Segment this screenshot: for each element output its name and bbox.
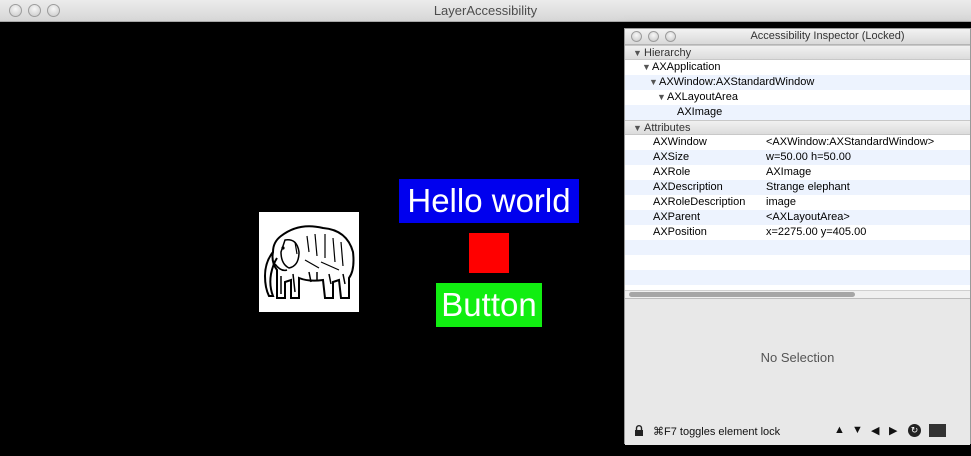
attribute-value: <AXWindow:AXStandardWindow> (766, 136, 935, 148)
lock-icon[interactable] (634, 425, 644, 436)
hierarchy-item[interactable]: ▼ AXWindow:AXStandardWindow (625, 75, 970, 90)
elephant-image[interactable] (259, 212, 359, 312)
empty-row (625, 240, 970, 255)
horizontal-scrollbar[interactable] (625, 290, 970, 298)
detail-pane: No Selection (625, 298, 970, 418)
lock-hint-text: ⌘F7 toggles element lock (653, 426, 781, 438)
hierarchy-item-label: AXLayoutArea (667, 91, 738, 103)
empty-row (625, 255, 970, 270)
nav-up-icon[interactable]: ▲ (834, 424, 845, 436)
hierarchy-label: Hierarchy (644, 47, 692, 59)
inspector-close-button[interactable] (631, 31, 642, 42)
empty-row (625, 270, 970, 285)
attribute-name: AXPosition (653, 226, 707, 238)
hierarchy-item[interactable]: ▼ AXApplication (625, 60, 970, 75)
button[interactable]: Button (436, 283, 542, 327)
scrollbar-thumb[interactable] (629, 292, 855, 297)
attribute-name: AXParent (653, 211, 701, 223)
inspector-title: Accessibility Inspector (Locked) (750, 30, 905, 42)
attribute-row[interactable]: AXDescription Strange elephant (625, 180, 970, 195)
attribute-row[interactable]: AXSize w=50.00 h=50.00 (625, 150, 970, 165)
attribute-value: <AXLayoutArea> (766, 211, 850, 223)
disclosure-triangle-icon[interactable]: ▼ (657, 90, 667, 105)
hierarchy-item-label: AXApplication (652, 61, 721, 73)
attribute-row[interactable]: AXParent <AXLayoutArea> (625, 210, 970, 225)
refresh-icon[interactable]: ↻ (908, 424, 921, 437)
elephant-icon (263, 225, 355, 299)
inspector-titlebar: Accessibility Inspector (Locked) (625, 29, 970, 45)
attribute-name: AXSize (653, 151, 690, 163)
attribute-value: AXImage (766, 166, 812, 178)
attribute-name: AXRoleDescription (653, 196, 746, 208)
nav-left-icon[interactable]: ◀ (871, 424, 879, 437)
attribute-value: w=50.00 h=50.00 (766, 151, 852, 163)
inspector-outline[interactable]: ▼ Hierarchy ▼ AXApplication ▼ AXWindow:A… (625, 45, 970, 290)
inspector-zoom-button[interactable] (665, 31, 676, 42)
disclosure-triangle-icon[interactable]: ▼ (633, 46, 643, 61)
hierarchy-item-label: AXImage (677, 106, 723, 118)
attributes-section-header[interactable]: ▼ Attributes (625, 120, 970, 135)
attribute-row[interactable]: AXPosition x=2275.00 y=405.00 (625, 225, 970, 240)
window-title: LayerAccessibility (433, 3, 538, 18)
red-box (469, 233, 509, 273)
attributes-label: Attributes (644, 122, 691, 134)
nav-down-icon[interactable]: ▼ (852, 424, 863, 436)
attribute-value: Strange elephant (766, 181, 850, 193)
attribute-row[interactable]: AXWindow <AXWindow:AXStandardWindow> (625, 135, 970, 150)
highlight-toggle-button[interactable] (929, 424, 946, 437)
attribute-value: x=2275.00 y=405.00 (766, 226, 867, 238)
hierarchy-item-label: AXWindow:AXStandardWindow (659, 76, 815, 88)
attribute-row[interactable]: AXRoleDescription image (625, 195, 970, 210)
hello-world-text: Hello world (399, 179, 579, 223)
attribute-name: AXRole (653, 166, 691, 178)
hierarchy-item[interactable]: ▼ AXLayoutArea (625, 90, 970, 105)
attribute-row[interactable]: AXRole AXImage (625, 165, 970, 180)
attribute-value: image (766, 196, 796, 208)
inspector-bottom-bar: ⌘F7 toggles element lock ▲ ▼ ◀ ▶ ↻ (625, 418, 970, 445)
no-selection-label: No Selection (760, 350, 835, 365)
attribute-name: AXDescription (653, 181, 723, 193)
disclosure-triangle-icon[interactable]: ▼ (633, 121, 643, 136)
nav-right-icon[interactable]: ▶ (889, 424, 897, 437)
inspector-minimize-button[interactable] (648, 31, 659, 42)
hierarchy-item[interactable]: AXImage (625, 105, 970, 120)
window-titlebar: LayerAccessibility (0, 0, 971, 22)
attribute-name: AXWindow (653, 136, 707, 148)
accessibility-inspector-panel: Accessibility Inspector (Locked) ▼ Hiera… (624, 28, 971, 445)
disclosure-triangle-icon[interactable]: ▼ (649, 75, 659, 90)
hierarchy-section-header[interactable]: ▼ Hierarchy (625, 45, 970, 60)
disclosure-triangle-icon[interactable]: ▼ (642, 60, 652, 75)
